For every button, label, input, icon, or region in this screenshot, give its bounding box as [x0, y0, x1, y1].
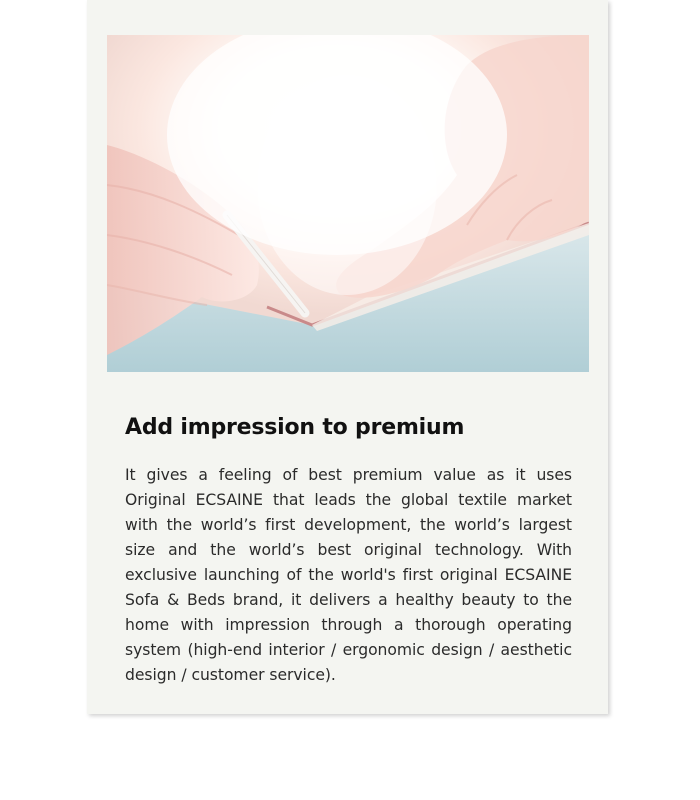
- feature-card: Add impression to premium It gives a fee…: [87, 0, 608, 714]
- card-title: Add impression to premium: [125, 415, 465, 440]
- card-description: It gives a feeling of best premium value…: [125, 466, 572, 684]
- hands-cutting-fabric-photo: [107, 35, 589, 372]
- card-content: Add impression to premium It gives a fee…: [125, 413, 572, 688]
- photo-illustration: [107, 35, 589, 372]
